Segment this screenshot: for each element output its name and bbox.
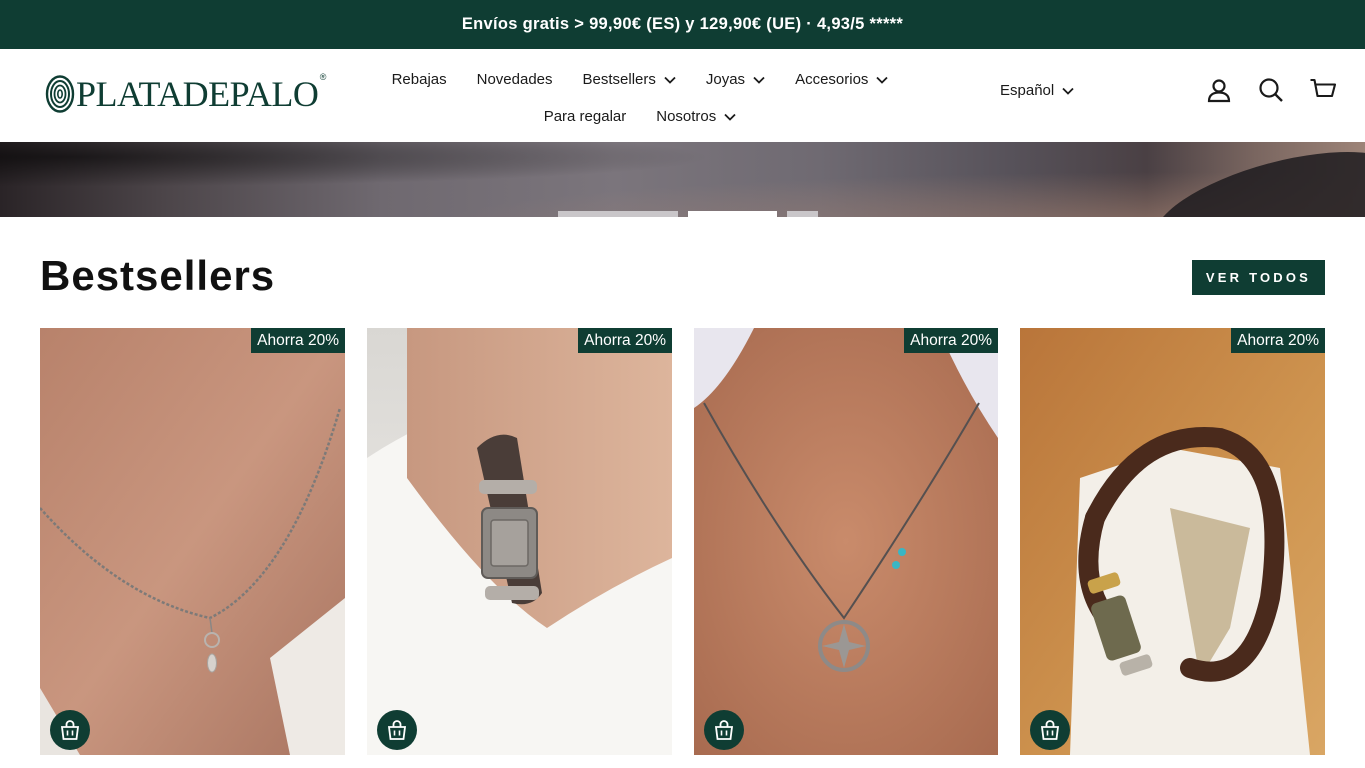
nav-item-label: Bestsellers [582,71,656,88]
product-card[interactable]: Ahorra 20% [694,328,998,755]
slide-dot-3[interactable] [787,211,818,217]
chevron-down-icon [664,76,676,84]
product-grid: Ahorra 20% Ahorra 20% Ahorra 20% Ahorra … [40,328,1325,755]
search-icon[interactable] [1257,76,1285,104]
product-image[interactable] [1020,328,1325,755]
hero-image [0,142,1365,217]
quick-add-button[interactable] [377,710,417,750]
discount-badge: Ahorra 20% [904,328,998,353]
brand-logo[interactable]: PLATADEPALO ® [45,72,326,114]
nav-item-bestsellers[interactable]: Bestsellers [583,71,676,88]
shopping-bag-icon [387,720,407,740]
product-card[interactable]: Ahorra 20% [40,328,345,755]
fingerprint-logo-icon [45,75,75,113]
view-all-button[interactable]: VER TODOS [1192,260,1325,295]
nav-item-label: Novedades [476,71,553,88]
site-header: PLATADEPALO ® Rebajas Novedades Bestsell… [0,49,1365,142]
nav-row-primary: Rebajas Novedades Bestsellers Joyas Acce… [380,61,900,98]
hero-slideshow[interactable] [0,142,1365,217]
slide-dot-2-active[interactable] [688,211,777,217]
shopping-bag-icon [60,720,80,740]
chevron-down-icon [876,76,889,84]
chevron-down-icon [724,113,736,121]
shopping-bag-icon [1040,720,1060,740]
announcement-text: Envíos gratis > 99,90€ (ES) y 129,90€ (U… [461,15,904,33]
header-icons [1205,76,1337,104]
nav-item-accesorios[interactable]: Accesorios [795,71,889,88]
chevron-down-icon [1062,87,1074,95]
account-icon[interactable] [1205,76,1233,104]
nav-item-label: Rebajas [391,71,447,88]
cart-icon[interactable] [1309,76,1337,104]
product-image[interactable] [694,328,998,755]
nav-item-label: Nosotros [656,108,717,125]
slide-dot-1[interactable] [558,211,678,217]
nav-item-rebajas[interactable]: Rebajas [392,71,447,88]
announcement-bar: Envíos gratis > 99,90€ (ES) y 129,90€ (U… [0,0,1365,49]
main-navigation: Rebajas Novedades Bestsellers Joyas Acce… [380,61,900,135]
shopping-bag-icon [714,720,734,740]
discount-badge: Ahorra 20% [1231,328,1325,353]
product-card[interactable]: Ahorra 20% [1020,328,1325,755]
nav-row-secondary: Para regalar Nosotros [380,98,900,135]
discount-badge: Ahorra 20% [251,328,345,353]
nav-item-label: Para regalar [543,108,627,125]
nav-item-novedades[interactable]: Novedades [477,71,553,88]
product-card[interactable]: Ahorra 20% [367,328,672,755]
nav-item-label: Accesorios [795,71,869,88]
discount-badge: Ahorra 20% [578,328,672,353]
language-label: Español [1000,82,1055,99]
quick-add-button[interactable] [704,710,744,750]
section-title: Bestsellers [40,252,276,299]
language-selector[interactable]: Español [1000,82,1074,99]
product-image[interactable] [40,328,345,755]
nav-item-label: Joyas [705,71,746,88]
registered-mark: ® [319,72,327,82]
slideshow-pagination [558,211,818,217]
quick-add-button[interactable] [1030,710,1070,750]
quick-add-button[interactable] [50,710,90,750]
logo-wordmark: PLATADEPALO [76,74,319,114]
nav-item-nosotros[interactable]: Nosotros [656,108,736,125]
product-image[interactable] [367,328,672,755]
nav-item-para-regalar[interactable]: Para regalar [544,108,627,125]
chevron-down-icon [753,76,765,84]
nav-item-joyas[interactable]: Joyas [706,71,765,88]
